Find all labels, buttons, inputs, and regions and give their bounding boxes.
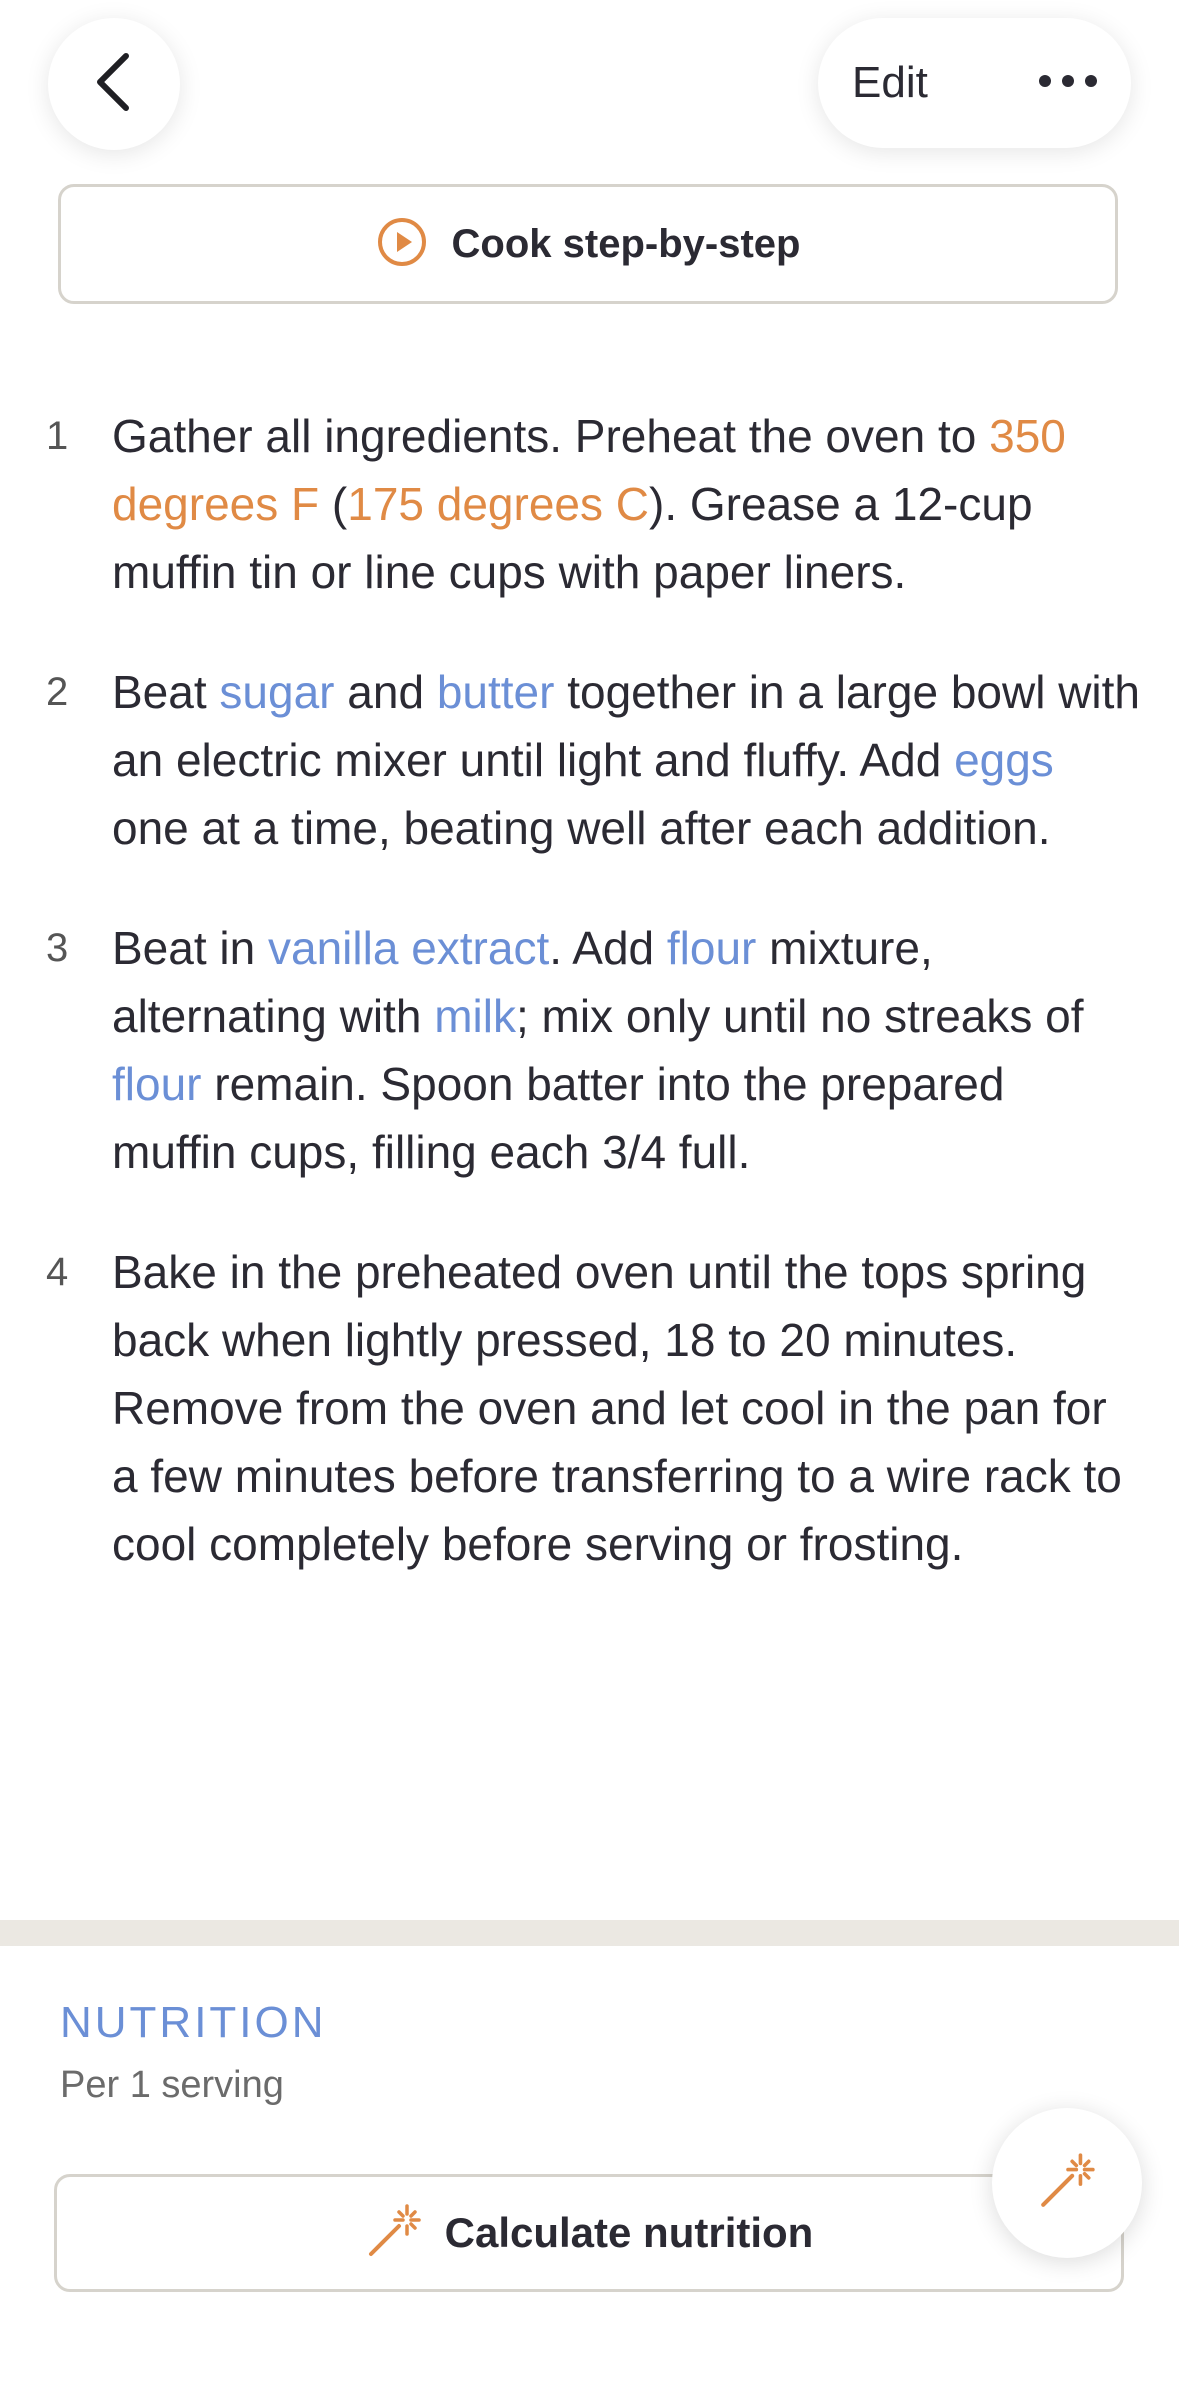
chevron-left-icon	[92, 50, 136, 119]
nutrition-serving-label: Per 1 serving	[60, 2064, 284, 2106]
step-text: Beat in vanilla extract. Add flour mixtu…	[112, 914, 1140, 1186]
step-text-segment: Gather all ingredients. Preheat the oven…	[112, 410, 990, 462]
temperature-link[interactable]: 175 degrees C	[347, 478, 649, 530]
section-divider	[0, 1920, 1179, 1946]
back-button[interactable]	[48, 18, 180, 150]
step-number: 3	[46, 926, 69, 970]
more-options-button[interactable]	[1028, 18, 1108, 148]
calculate-nutrition-label: Calculate nutrition	[444, 2209, 814, 2256]
direction-step: 4 Bake in the preheated oven until the to…	[40, 1238, 1140, 1578]
step-text-segment: ; mix only until no streaks of	[515, 990, 1084, 1042]
step-text-segment: and	[334, 666, 437, 718]
magic-wand-icon	[1037, 2151, 1097, 2216]
ingredient-link[interactable]: eggs	[954, 734, 1054, 786]
ingredient-link[interactable]: flour	[112, 1058, 201, 1110]
ingredient-link[interactable]: vanilla extract	[268, 922, 549, 974]
step-text-segment: remain. Spoon batter into the prepared m…	[112, 1058, 1005, 1178]
edit-button[interactable]: Edit	[852, 18, 928, 148]
step-text-segment: Bake in the preheated oven until the top…	[112, 1246, 1122, 1570]
ingredient-link[interactable]: sugar	[219, 666, 334, 718]
step-text-segment: Beat in	[112, 922, 268, 974]
step-number: 4	[46, 1250, 69, 1294]
step-number: 1	[46, 414, 69, 458]
direction-step: 2 Beat sugar and butter together in a lar…	[40, 658, 1140, 862]
step-text-segment: . Add	[549, 922, 667, 974]
direction-step: 1 Gather all ingredients. Preheat the ove…	[40, 402, 1140, 606]
step-text: Beat sugar and butter together in a larg…	[112, 658, 1140, 862]
step-text-segment: Beat	[112, 666, 220, 718]
nutrition-heading: NUTRITION	[60, 1998, 327, 2047]
step-text-segment: one at a time, beating well after each a…	[112, 802, 1051, 854]
top-bar: Edit	[0, 0, 1179, 180]
cook-step-by-step-label: Cook step-by-step	[451, 221, 801, 266]
direction-step: 3 Beat in vanilla extract. Add flour mixt…	[40, 914, 1140, 1186]
ingredient-link[interactable]: butter	[437, 666, 555, 718]
magic-assistant-button[interactable]	[992, 2108, 1142, 2258]
calculate-nutrition-button[interactable]: Calculate nutrition	[54, 2174, 1124, 2292]
header-actions: Edit	[818, 18, 1131, 148]
directions-list: 1 Gather all ingredients. Preheat the ove…	[40, 402, 1140, 1630]
step-number: 2	[46, 670, 69, 714]
cook-step-by-step-button[interactable]: Cook step-by-step	[58, 184, 1118, 304]
ellipsis-icon	[1038, 74, 1098, 93]
ingredient-link[interactable]: flour	[667, 922, 756, 974]
ingredient-link[interactable]: milk	[434, 990, 516, 1042]
step-text: Bake in the preheated oven until the top…	[112, 1238, 1140, 1578]
step-text-segment: (	[319, 478, 348, 530]
magic-wand-icon	[365, 2202, 423, 2265]
step-text: Gather all ingredients. Preheat the oven…	[112, 402, 1140, 606]
play-circle-icon	[376, 216, 428, 273]
